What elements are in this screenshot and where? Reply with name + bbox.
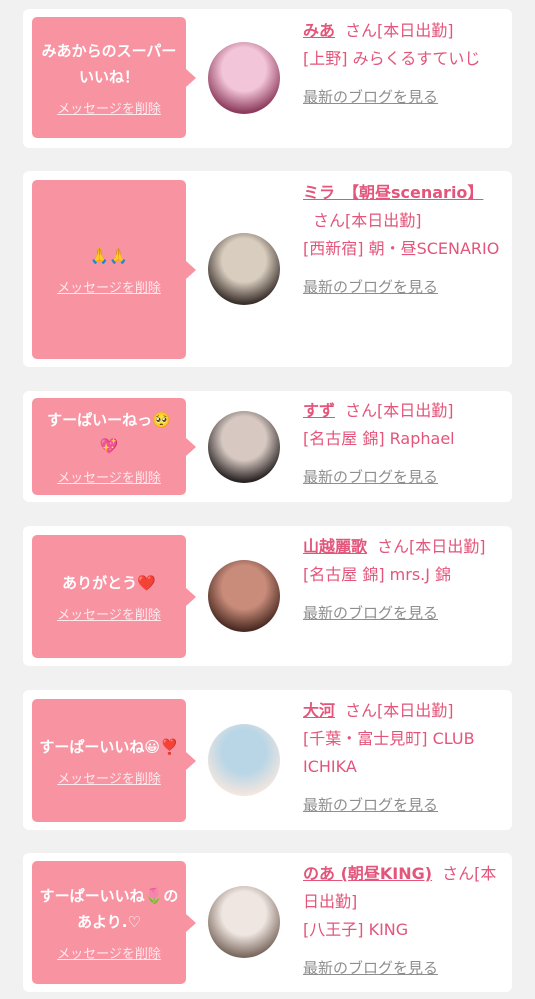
profile-name-link[interactable]: 大河 (303, 701, 335, 720)
profile-info: のあ (朝昼KING) さん[本日出勤] [八王子] KING 最新のブログを見る (303, 860, 503, 982)
message-bubble: みあからのスーパーいいね！ メッセージを削除 (32, 17, 196, 138)
delete-message-link[interactable]: メッセージを削除 (57, 277, 161, 296)
latest-blog-link[interactable]: 最新のブログを見る (303, 954, 503, 982)
message-text: ありがとう❤️ (62, 574, 156, 592)
delete-message-link[interactable]: メッセージを削除 (57, 768, 161, 787)
message-bubble: すーぱいーねっ🥺💖 メッセージを削除 (32, 398, 196, 495)
avatar[interactable] (208, 411, 280, 483)
avatar[interactable] (208, 724, 280, 796)
avatar[interactable] (208, 42, 280, 114)
message-bubble: 🙏🙏 メッセージを削除 (32, 180, 196, 359)
profile-info: すず さん[本日出勤] [名古屋 錦] Raphael 最新のブログを見る (303, 397, 503, 491)
attendance-status: さん[本日出勤] (345, 21, 454, 40)
message-text: 🙏🙏 (90, 247, 128, 265)
attendance-status: さん[本日出勤] (345, 701, 454, 720)
profile-name-link[interactable]: 山越麗歌 (303, 537, 367, 556)
shop-label: [名古屋 錦] Raphael (303, 429, 455, 448)
attendance-status: さん[本日出勤] (345, 401, 454, 420)
attendance-status: さん[本日出勤] (377, 537, 486, 556)
avatar[interactable] (208, 233, 280, 305)
shop-label: [千葉・富士見町] CLUB ICHIKA (303, 729, 475, 776)
latest-blog-link[interactable]: 最新のブログを見る (303, 273, 503, 301)
profile-info: みあ さん[本日出勤] [上野] みらくるすていじ 最新のブログを見る (303, 17, 503, 111)
message-card: すーぱーいいね😀❣️ メッセージを削除 大河 さん[本日出勤] [千葉・富士見町]… (23, 690, 512, 830)
shop-label: [西新宿] 朝・昼SCENARIO (303, 239, 500, 258)
latest-blog-link[interactable]: 最新のブログを見る (303, 463, 503, 491)
latest-blog-link[interactable]: 最新のブログを見る (303, 791, 503, 819)
message-card: 🙏🙏 メッセージを削除 ミラ 【朝昼scenario】さん[本日出勤] [西新宿… (23, 171, 512, 367)
profile-info: ミラ 【朝昼scenario】さん[本日出勤] [西新宿] 朝・昼SCENARI… (303, 179, 503, 301)
profile-info: 大河 さん[本日出勤] [千葉・富士見町] CLUB ICHIKA 最新のブログを… (303, 697, 503, 819)
delete-message-link[interactable]: メッセージを削除 (57, 943, 161, 962)
shop-label: [上野] みらくるすていじ (303, 49, 481, 68)
profile-info: 山越麗歌 さん[本日出勤] [名古屋 錦] mrs.J 錦 最新のブログを見る (303, 533, 503, 627)
delete-message-link[interactable]: メッセージを削除 (57, 467, 161, 486)
avatar[interactable] (208, 886, 280, 958)
shop-label: [名古屋 錦] mrs.J 錦 (303, 565, 452, 584)
avatar[interactable] (208, 560, 280, 632)
message-list: みあからのスーパーいいね！ メッセージを削除 みあ さん[本日出勤] [上野] み… (0, 0, 535, 999)
profile-name-link[interactable]: みあ (303, 21, 335, 40)
message-text: すーぱいーねっ🥺💖 (47, 411, 171, 455)
message-bubble: すーぱーいいね🌷のあより.♡ メッセージを削除 (32, 861, 196, 984)
latest-blog-link[interactable]: 最新のブログを見る (303, 83, 503, 111)
message-card: すーぱーいいね🌷のあより.♡ メッセージを削除 のあ (朝昼KING) さん[本日… (23, 853, 512, 992)
delete-message-link[interactable]: メッセージを削除 (57, 98, 161, 117)
latest-blog-link[interactable]: 最新のブログを見る (303, 599, 503, 627)
profile-name-link[interactable]: すず (303, 401, 335, 420)
message-bubble: すーぱーいいね😀❣️ メッセージを削除 (32, 699, 196, 822)
message-card: みあからのスーパーいいね！ メッセージを削除 みあ さん[本日出勤] [上野] み… (23, 9, 512, 148)
attendance-status: さん[本日出勤] (313, 211, 422, 230)
message-text: すーぱーいいね🌷のあより.♡ (39, 887, 179, 931)
profile-name-link[interactable]: のあ (朝昼KING) (303, 864, 432, 883)
message-bubble: ありがとう❤️ メッセージを削除 (32, 535, 196, 658)
shop-label: [八王子] KING (303, 920, 409, 939)
profile-name-link[interactable]: ミラ 【朝昼scenario】 (303, 183, 483, 202)
message-text: すーぱーいいね😀❣️ (39, 738, 179, 756)
message-text: みあからのスーパーいいね！ (41, 42, 177, 86)
message-card: すーぱいーねっ🥺💖 メッセージを削除 すず さん[本日出勤] [名古屋 錦] Ra… (23, 391, 512, 502)
delete-message-link[interactable]: メッセージを削除 (57, 604, 161, 623)
message-card: ありがとう❤️ メッセージを削除 山越麗歌 さん[本日出勤] [名古屋 錦] mr… (23, 526, 512, 666)
